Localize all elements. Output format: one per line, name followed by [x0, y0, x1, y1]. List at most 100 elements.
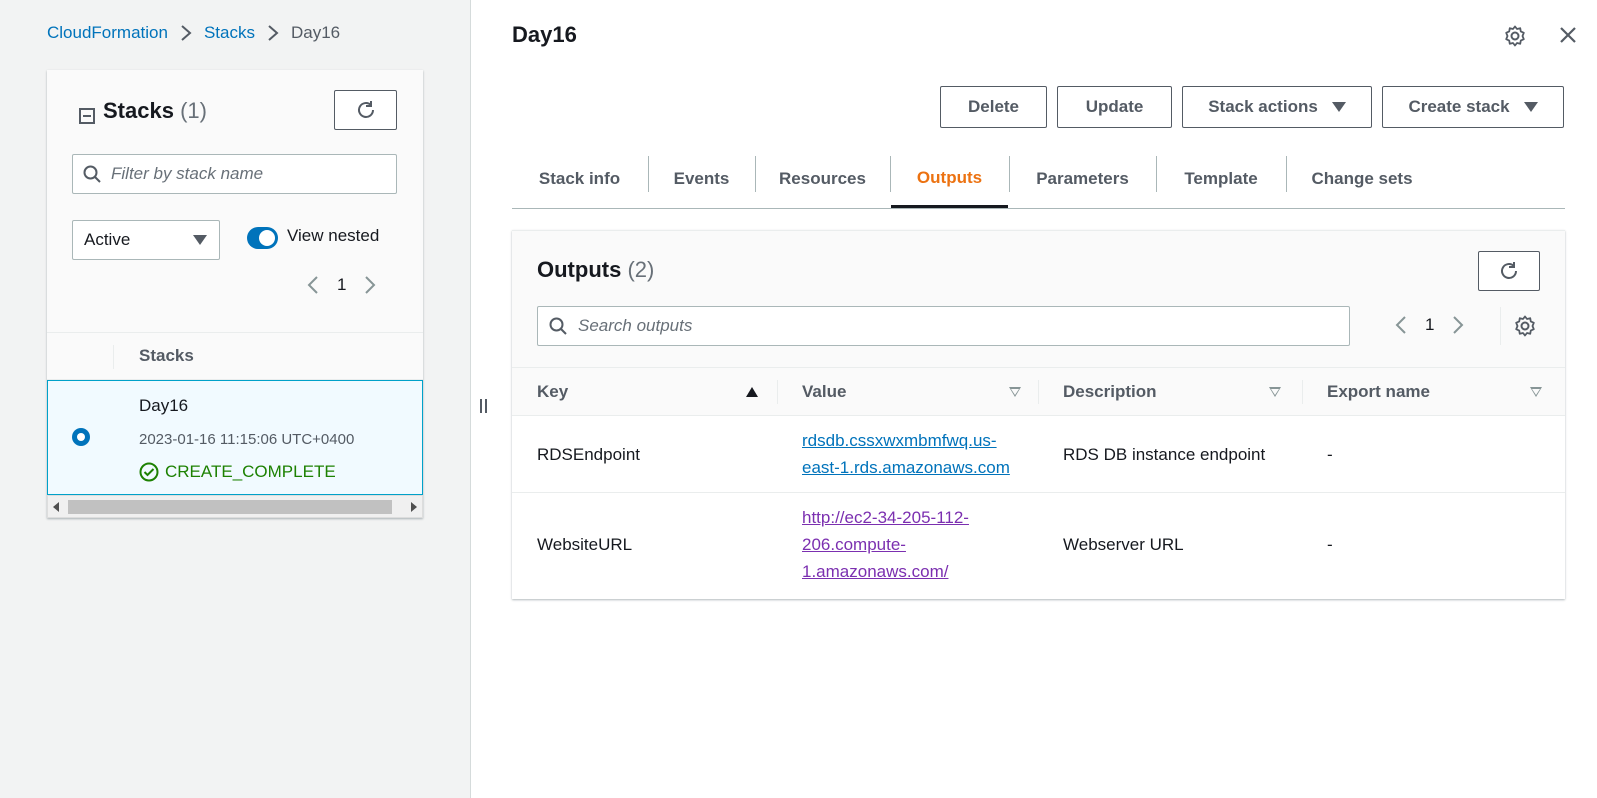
- status-filter-value: Active: [84, 230, 131, 249]
- breadcrumb-cloudformation[interactable]: CloudFormation: [47, 23, 168, 43]
- create-stack-label: Create stack: [1408, 97, 1510, 116]
- stacks-side-panel: CloudFormation Stacks Day16 Stacks (1) F…: [0, 0, 471, 798]
- refresh-stacks-button[interactable]: [334, 90, 397, 130]
- stacks-table-header: Stacks: [47, 332, 423, 380]
- update-button[interactable]: Update: [1057, 86, 1172, 128]
- output-key: WebsiteURL: [537, 535, 633, 554]
- refresh-outputs-button[interactable]: [1478, 251, 1540, 291]
- output-value: http://ec2-34-205-112- 206.compute- 1.amaz…: [802, 504, 1032, 585]
- outputs-count: (2): [627, 257, 655, 282]
- stack-row-selected[interactable]: Day16 2023-01-16 11:15:06 UTC+0400 CREAT…: [47, 380, 423, 495]
- sort-icon[interactable]: [1269, 387, 1281, 397]
- stack-name: Day16: [139, 396, 189, 415]
- column-header-export-name[interactable]: Export name: [1327, 382, 1430, 402]
- refresh-icon: [1498, 260, 1520, 282]
- caret-down-icon: [1331, 102, 1346, 112]
- tab-stack-info[interactable]: Stack info: [512, 150, 647, 208]
- stack-actions-label: Stack actions: [1208, 97, 1318, 116]
- panel-resize-handle[interactable]: [480, 399, 488, 413]
- outputs-title: Outputs (2): [537, 257, 654, 283]
- chevron-right-icon[interactable]: [1452, 315, 1464, 335]
- outputs-table-header: Key Value Description Export name: [512, 367, 1565, 416]
- output-description: RDS DB instance endpoint: [1063, 445, 1266, 464]
- stacks-list-card: Stacks (1) Active: [47, 70, 423, 518]
- stacks-title: Stacks (1): [103, 98, 207, 124]
- column-divider: [1302, 380, 1303, 404]
- close-icon[interactable]: [1558, 25, 1578, 45]
- search-icon: [549, 317, 567, 335]
- scroll-left-arrow[interactable]: [53, 502, 59, 512]
- chevron-right-icon[interactable]: [364, 275, 376, 295]
- scroll-right-arrow[interactable]: [411, 502, 417, 512]
- toggle-knob: [259, 230, 275, 246]
- delete-button[interactable]: Delete: [940, 86, 1047, 128]
- output-value-line: east-1.rds.amazonaws.com: [802, 458, 1010, 477]
- sort-ascending-icon[interactable]: [746, 387, 758, 397]
- sort-icon[interactable]: [1009, 387, 1021, 397]
- view-nested-label: View nested: [287, 226, 380, 245]
- chevron-left-icon[interactable]: [1395, 315, 1407, 335]
- outputs-card-header: Outputs (2) 1: [512, 231, 1565, 367]
- outputs-search-field[interactable]: [537, 306, 1350, 346]
- tab-change-sets[interactable]: Change sets: [1287, 150, 1437, 208]
- create-stack-button[interactable]: Create stack: [1382, 86, 1564, 128]
- output-export-name: -: [1327, 445, 1333, 464]
- stack-detail-title: Day16: [512, 22, 577, 47]
- sort-icon[interactable]: [1530, 387, 1542, 397]
- breadcrumb-stacks[interactable]: Stacks: [204, 23, 255, 43]
- column-divider: [777, 380, 778, 404]
- stacks-column-header[interactable]: Stacks: [139, 346, 194, 366]
- output-key: RDSEndpoint: [537, 445, 641, 464]
- collapse-icon[interactable]: [79, 108, 95, 124]
- stack-status-text: CREATE_COMPLETE: [165, 462, 336, 481]
- table-row: WebsiteURL http://ec2-34-205-112- 206.com…: [512, 493, 1565, 599]
- stacks-pagination: 1: [307, 275, 376, 295]
- stack-created-time: 2023-01-16 11:15:06 UTC+0400: [139, 431, 355, 448]
- output-value-line: 1.amazonaws.com/: [802, 562, 949, 581]
- stacks-card-header: Stacks (1) Active: [47, 70, 423, 332]
- pagination-divider: [1500, 307, 1501, 345]
- output-export-name: -: [1327, 535, 1333, 554]
- output-value-line: 206.compute-: [802, 535, 906, 554]
- stack-detail-tabs: Stack info Events Resources Outputs Para…: [512, 150, 1565, 209]
- stacks-count: (1): [180, 98, 207, 123]
- tab-template[interactable]: Template: [1157, 150, 1285, 208]
- tab-parameters[interactable]: Parameters: [1010, 150, 1155, 208]
- outputs-pagination: 1: [1395, 315, 1464, 335]
- stack-filter-field[interactable]: [72, 154, 397, 194]
- output-value-line: http://ec2-34-205-112-: [802, 508, 969, 527]
- settings-icon[interactable]: [1514, 315, 1536, 337]
- outputs-search-input[interactable]: [578, 316, 1318, 336]
- chevron-right-icon: [180, 24, 192, 42]
- column-header-value[interactable]: Value: [802, 382, 846, 402]
- column-divider: [113, 345, 114, 369]
- outputs-card: Outputs (2) 1 Key: [512, 230, 1565, 599]
- scrollbar-thumb[interactable]: [68, 500, 392, 514]
- stack-radio-selected[interactable]: [72, 428, 90, 446]
- outputs-title-text: Outputs: [537, 257, 622, 282]
- horizontal-scrollbar[interactable]: [47, 495, 423, 518]
- search-icon: [83, 165, 101, 183]
- chevron-left-icon[interactable]: [307, 275, 319, 295]
- refresh-icon: [355, 99, 377, 121]
- output-value-link[interactable]: rdsdb.cssxwxmbmfwq.us-east-1.rds.amazona…: [802, 431, 1010, 477]
- breadcrumb: CloudFormation Stacks Day16: [47, 23, 340, 43]
- tab-resources[interactable]: Resources: [756, 150, 889, 208]
- column-header-key[interactable]: Key: [537, 382, 568, 402]
- table-row: RDSEndpoint rdsdb.cssxwxmbmfwq.us-east-1…: [512, 416, 1565, 493]
- caret-down-icon: [1523, 102, 1538, 112]
- output-value-line: rdsdb.cssxwxmbmfwq.us-: [802, 431, 997, 450]
- success-icon: [139, 462, 159, 482]
- column-header-description[interactable]: Description: [1063, 382, 1157, 402]
- view-nested-toggle[interactable]: [247, 227, 278, 249]
- tab-outputs[interactable]: Outputs: [891, 150, 1008, 208]
- status-filter-select[interactable]: Active: [72, 220, 220, 260]
- settings-icon[interactable]: [1504, 25, 1526, 47]
- stacks-page-number[interactable]: 1: [337, 275, 346, 295]
- outputs-page-number[interactable]: 1: [1425, 315, 1434, 335]
- tab-events[interactable]: Events: [649, 150, 754, 208]
- stack-filter-input[interactable]: [111, 164, 371, 184]
- stack-actions-button[interactable]: Stack actions: [1182, 86, 1372, 128]
- output-value-link[interactable]: http://ec2-34-205-112- 206.compute- 1.amaz…: [802, 508, 969, 581]
- breadcrumb-current: Day16: [290, 23, 341, 42]
